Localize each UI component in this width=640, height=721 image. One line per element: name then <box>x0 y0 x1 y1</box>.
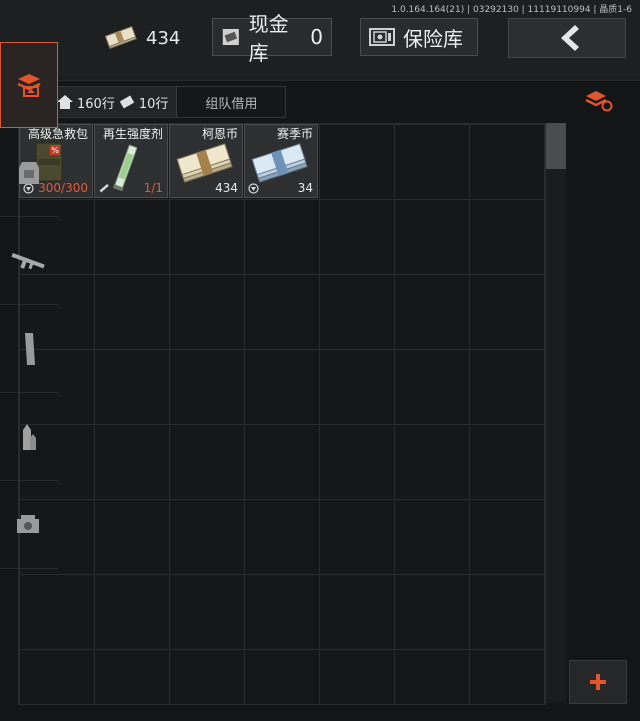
safe-icon <box>369 28 395 46</box>
inventory-item-regen[interactable]: 再生强度剂 1/1 <box>94 124 168 198</box>
ticket-icon <box>119 95 135 109</box>
scrollbar-thumb[interactable] <box>546 123 566 169</box>
cash-stack-icon <box>104 26 137 50</box>
cash-vault-count: 0 <box>310 25 323 49</box>
sidebar-item-weapons[interactable] <box>0 218 58 305</box>
cash-vault-icon <box>222 28 239 46</box>
ammo-icon <box>23 424 36 450</box>
safe-label: 保险库 <box>403 26 463 51</box>
cash-value: 434 <box>146 27 181 49</box>
syringe-small-icon <box>99 184 109 193</box>
item-count: 34 <box>297 181 313 195</box>
home-rows: 160行 <box>77 96 115 112</box>
item-count: 434 <box>215 181 238 195</box>
sidebar-item-magazines[interactable] <box>0 306 58 393</box>
home-icon <box>57 95 74 109</box>
magazine-icon <box>25 333 35 365</box>
team-loan-label: 组队借用 <box>205 96 258 112</box>
add-icon <box>590 674 606 690</box>
back-arrow-icon <box>561 25 579 51</box>
inventory-item-season-coin[interactable]: 赛季币 34 <box>244 124 318 198</box>
sidebar-item-warehouse[interactable] <box>0 42 58 128</box>
stack-refresh-icon <box>585 91 613 112</box>
tab-team-loan[interactable]: 组队借用 <box>176 87 286 117</box>
sidebar-item-armor[interactable] <box>0 130 58 217</box>
cash-display: 434 <box>104 22 180 54</box>
back-button[interactable] <box>508 18 626 58</box>
add-button[interactable] <box>569 660 627 704</box>
rifle-icon <box>11 252 45 270</box>
item-name: 再生强度剂 <box>102 127 163 141</box>
scope-icon <box>17 515 39 533</box>
syringe-icon <box>113 144 137 192</box>
version-info: 1.0.164.164(21) | 03292130 | 11119110994… <box>391 5 632 15</box>
cash-vault-button[interactable]: 现金库 0 <box>212 12 332 65</box>
durability-icon <box>248 183 259 194</box>
warehouse-icon <box>17 74 41 97</box>
inventory-grid[interactable] <box>18 123 546 705</box>
safe-box-button[interactable]: 保险库 <box>360 18 478 56</box>
scrollbar-track[interactable] <box>546 123 566 703</box>
warehouse-tab-row: 仓库 160行 10行 组队借用 <box>18 86 287 118</box>
item-name: 柯恩币 <box>201 127 238 141</box>
stack-refresh-button[interactable] <box>569 82 627 118</box>
extra-rows: 10行 <box>138 96 169 112</box>
sidebar-item-ammo[interactable] <box>0 394 58 481</box>
armor-icon <box>19 162 39 184</box>
inventory-item-koen-coin[interactable]: 柯恩币 434 <box>169 124 243 198</box>
item-count: 1/1 <box>143 181 163 195</box>
sidebar-item-attachments[interactable] <box>0 482 58 569</box>
cash-vault-label: 现金库 <box>248 12 289 65</box>
item-name: 赛季币 <box>276 127 313 141</box>
